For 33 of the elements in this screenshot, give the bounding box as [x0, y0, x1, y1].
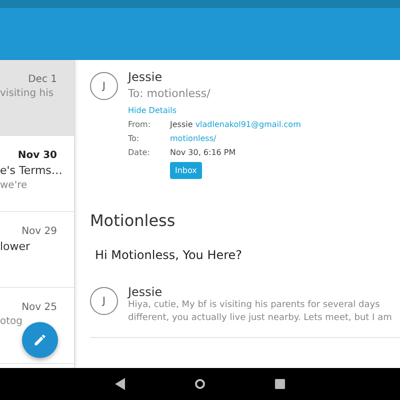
message-item[interactable]: Nov 30 e's Terms… we're: [0, 136, 74, 212]
detail-value[interactable]: motionless/: [170, 134, 216, 143]
detail-label: To:: [128, 134, 140, 143]
home-icon[interactable]: [195, 379, 205, 389]
message-date: Dec 1: [28, 74, 57, 85]
reply-text-line: different, you actually live just nearby. Lets meet, but I am: [128, 312, 392, 325]
message-preview: visiting his: [0, 88, 54, 99]
email-subject: Motionless: [90, 211, 176, 230]
message-subject: e's Terms…: [0, 164, 62, 177]
detail-label: Date:: [128, 148, 151, 157]
recipient-line: To: motionless/: [128, 87, 212, 100]
detail-value: Nov 30, 6:16 PM: [170, 148, 236, 157]
reply-text-line: Hiya, cutie, My bf is visiting his parents for several days: [128, 299, 381, 312]
detail-label: From:: [128, 120, 152, 129]
sender-avatar: J: [90, 72, 118, 100]
folder-label[interactable]: Inbox: [170, 162, 202, 179]
hide-details-link[interactable]: Hide Details: [128, 106, 301, 115]
message-item[interactable]: Dec 1 visiting his: [0, 60, 74, 136]
detail-name: Jessie: [170, 120, 194, 129]
message-preview: otog: [0, 316, 23, 327]
message-date: Nov 29: [22, 226, 57, 237]
sender-name: Jessie: [128, 70, 164, 84]
message-preview: we're: [0, 180, 28, 191]
message-date: Nov 30: [18, 150, 57, 161]
email-body: Hi Motionless, You Here?: [95, 248, 244, 262]
pencil-icon: [33, 333, 47, 347]
sender-name: Jessie: [128, 285, 164, 299]
sender-avatar: J: [90, 287, 118, 315]
message-date: Nov 25: [22, 302, 57, 313]
message-subject: lower: [0, 240, 30, 253]
detail-value[interactable]: vladlenakol91@gmail.com: [195, 120, 301, 129]
message-item[interactable]: Nov 29 lower: [0, 212, 74, 288]
back-icon[interactable]: [115, 378, 125, 390]
